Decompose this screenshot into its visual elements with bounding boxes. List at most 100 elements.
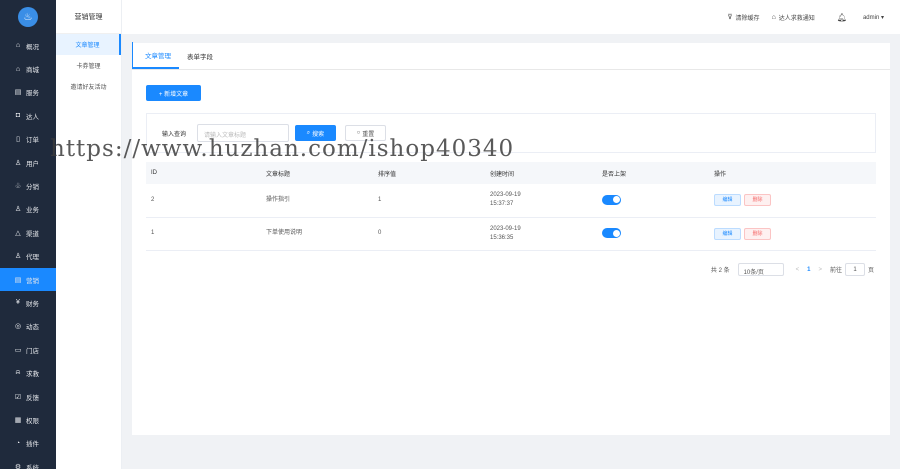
sidebar-item-home[interactable]: ⌂ 概况 [0, 34, 56, 57]
cell-title: 操作指引 [261, 184, 373, 218]
cell-actions: 编辑 删除 [709, 184, 876, 218]
sidebar-item-shop[interactable]: ⌂ 商城 [0, 57, 56, 80]
marketing-icon: ▤ [14, 276, 22, 284]
edit-button[interactable]: 编辑 [714, 194, 741, 207]
delete-button[interactable]: 删除 [744, 227, 771, 240]
cell-title: 下单使用说明 [261, 217, 373, 251]
created-time: 15:37:37 [490, 201, 514, 208]
user-menu[interactable]: admin ▾ [863, 14, 884, 21]
delete-button[interactable]: 删除 [744, 194, 771, 207]
sidebar-item-channel[interactable]: △ 渠道 [0, 221, 56, 244]
created-date: 2023-09-19 [490, 192, 521, 199]
subnav-item-invite[interactable]: 邀请好友活动 [56, 76, 121, 97]
sidebar-item-label: 订单 [26, 137, 39, 145]
cell-id: 1 [146, 217, 261, 251]
sidebar-item-users[interactable]: ♙ 用户 [0, 151, 56, 174]
subnav-item-coupons[interactable]: 卡券管理 [56, 55, 121, 76]
sidebar-item-label: 用户 [26, 160, 39, 168]
tab-bar: 文章管理 表单字段 [132, 42, 890, 70]
service-icon: ▤ [14, 89, 22, 97]
sidebar-item-service[interactable]: ▤ 服务 [0, 81, 56, 104]
prev-page-button[interactable]: < [796, 267, 800, 273]
sidebar-item-label: 营销 [26, 277, 39, 285]
business-icon: ♙ [14, 206, 22, 214]
users-icon: ♙ [14, 159, 22, 167]
col-created: 创建时间 [485, 162, 597, 184]
sidebar-item-agent[interactable]: ♙ 代理 [0, 245, 56, 268]
sidebar-item-order[interactable]: ▯ 订单 [0, 128, 56, 151]
sidebar-item-talent[interactable]: ◘ 达人 [0, 104, 56, 127]
main-nav: ⌂ 概况 ⌂ 商城 ▤ 服务 ◘ 达人 ▯ 订单 ♙ 用户 ♧ 分销 ♙ 业务 △ 渠道 ♙ 代理 ▤ 营销 ¥ 财务 ◎ 动态 ▭… [0, 34, 56, 469]
channel-icon: △ [15, 229, 21, 237]
talent-icon: ◘ [15, 112, 21, 120]
goto-label: 前往 [829, 268, 842, 274]
finance-icon: ¥ [16, 299, 20, 307]
sidebar-item-label: 分销 [26, 184, 39, 192]
home-icon: ⌂ [15, 42, 21, 50]
col-title: 文章标题 [261, 162, 373, 184]
table-row: 1 下单使用说明 0 2023-09-19 15:36:35 编辑 删除 [146, 217, 876, 251]
pagination-total: 共 2 条 [710, 268, 730, 274]
page-1-button[interactable]: 1 [807, 267, 810, 273]
sidebar-item-label: 业务 [26, 207, 39, 215]
cell-published [597, 217, 709, 251]
sidebar-item-label: 服务 [26, 90, 39, 98]
subnav-item-articles[interactable]: 文章管理 [56, 34, 121, 55]
sidebar-item-label: 求救 [26, 371, 39, 379]
sidebar-item-feed[interactable]: ◎ 动态 [0, 315, 56, 338]
col-sort: 排序值 [373, 162, 485, 184]
cell-id: 2 [146, 184, 261, 218]
cell-created: 2023-09-19 15:36:35 [485, 217, 597, 251]
next-page-button[interactable]: > [818, 267, 822, 273]
cell-sort: 1 [373, 184, 485, 218]
sidebar-item-system[interactable]: ⚙ 系统 [0, 455, 56, 469]
logo[interactable]: ♨ [0, 0, 56, 34]
article-table: ID 文章标题 排序值 创建时间 是否上架 操作 2 操作指引 1 2023-0… [146, 162, 876, 251]
edit-button[interactable]: 编辑 [714, 227, 741, 240]
sidebar-item-plugin[interactable]: ◔ 插件 [0, 432, 56, 455]
feedback-icon: ☑ [14, 393, 22, 401]
publish-toggle[interactable] [602, 194, 621, 205]
tab-articles[interactable]: 文章管理 [132, 42, 179, 69]
sidebar-item-label: 系统 [26, 464, 39, 469]
page-size-select[interactable]: 10条/页 [737, 263, 784, 276]
sidebar-item-feedback[interactable]: ☑ 反馈 [0, 385, 56, 408]
bell-icon[interactable]: 🔔︎ [837, 13, 847, 22]
sidebar-item-label: 达人 [26, 113, 39, 121]
new-article-button[interactable]: + 新增文章 [146, 85, 201, 101]
col-published: 是否上架 [597, 162, 709, 184]
notify-label: 达人求救通知 [778, 15, 815, 22]
broom-icon: ⊽ [727, 14, 733, 21]
sidebar-item-label: 动态 [26, 324, 39, 332]
sidebar-item-label: 权限 [26, 417, 39, 425]
permission-icon: ▦ [14, 416, 22, 424]
table-row: 2 操作指引 1 2023-09-19 15:37:37 编辑 删除 [146, 184, 876, 218]
goto-page-input[interactable]: 1 [844, 263, 865, 276]
shop-icon: ⌂ [15, 65, 21, 73]
sidebar-item-label: 门店 [26, 347, 39, 355]
clear-cache-button[interactable]: ⊽ 清除缓存 [727, 13, 759, 22]
notify-button[interactable]: ⌂ 达人求救通知 [772, 13, 815, 22]
cell-actions: 编辑 删除 [709, 217, 876, 251]
sidebar-item-label: 渠道 [26, 230, 39, 238]
sidebar-item-store[interactable]: ▭ 门店 [0, 338, 56, 361]
sidebar-item-distribution[interactable]: ♧ 分销 [0, 174, 56, 197]
logo-icon: ♨ [18, 7, 38, 27]
building-icon: ⌂ [771, 13, 776, 21]
pagination: 共 2 条 10条/页 < 1 > 前往 1 页 [703, 263, 874, 276]
cell-sort: 0 [373, 217, 485, 251]
sidebar-item-label: 财务 [26, 300, 39, 308]
tab-form-fields[interactable]: 表单字段 [179, 42, 221, 69]
sidebar-item-business[interactable]: ♙ 业务 [0, 198, 56, 221]
sidebar-item-sos[interactable]: ⍾ 求救 [0, 361, 56, 384]
publish-toggle[interactable] [602, 228, 621, 239]
distribution-icon: ♧ [14, 183, 22, 191]
created-date: 2023-09-19 [490, 225, 521, 232]
sidebar-item-label: 概况 [26, 43, 39, 51]
clear-cache-label: 清除缓存 [735, 15, 760, 22]
sidebar-item-permission[interactable]: ▦ 权限 [0, 408, 56, 431]
sidebar-item-marketing[interactable]: ▤ 营销 [0, 267, 56, 292]
page-unit-label: 页 [867, 268, 874, 274]
sidebar-item-finance[interactable]: ¥ 财务 [0, 291, 56, 314]
created-time: 15:36:35 [490, 234, 514, 241]
